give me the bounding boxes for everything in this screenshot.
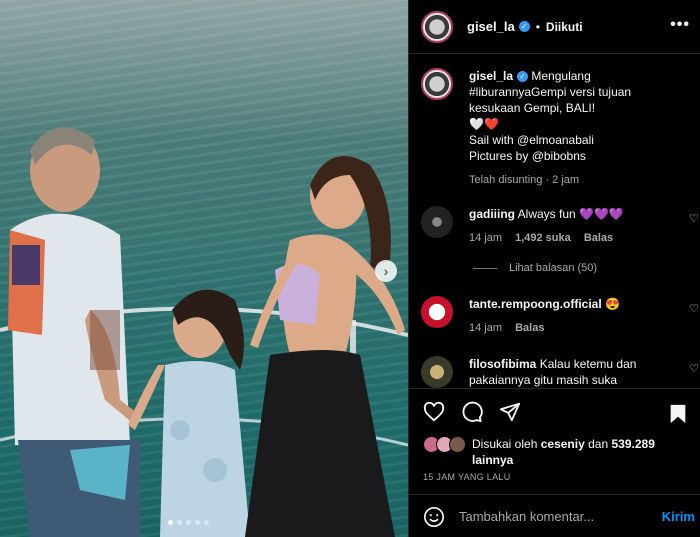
caption-line: Mengulang — [531, 69, 591, 83]
likes-summary[interactable]: Disukai oleh ceseniy dan 539.289 lainnya — [423, 436, 700, 468]
reply-button[interactable]: Balas — [584, 232, 613, 244]
heart-icon[interactable]: ♡ — [689, 362, 699, 375]
caption-line: #liburannyaGempi versi tujuan — [469, 85, 632, 99]
heart-icon[interactable]: ♡ — [689, 212, 699, 225]
more-horizontal-icon[interactable]: ••• — [670, 16, 690, 34]
avatar[interactable] — [421, 296, 453, 328]
carousel-dot — [177, 520, 182, 525]
post-time: 15 JAM YANG LALU — [423, 472, 511, 482]
family-on-boat-illustration — [0, 127, 408, 537]
post-actions: Disukai oleh ceseniy dan 539.289 lainnya… — [409, 388, 700, 537]
comment-body: filosofibima Kalau ketemu dan pakaiannya… — [469, 356, 679, 388]
action-icons — [423, 401, 521, 423]
view-replies-label[interactable]: Lihat balasan (50) — [509, 262, 597, 274]
avatar[interactable] — [421, 68, 453, 100]
avatar[interactable] — [421, 356, 453, 388]
carousel-dot — [168, 520, 173, 525]
caption-username[interactable]: gisel_la — [469, 69, 513, 83]
avatar — [449, 436, 466, 453]
verified-icon: ✓ — [518, 21, 530, 32]
likes-count[interactable]: 539.289 — [611, 437, 654, 451]
liker-avatars — [423, 436, 466, 468]
emoji-icon[interactable] — [423, 506, 445, 528]
caption-timestamp: Telah disunting · 2 jam — [469, 174, 580, 186]
likes-text: Disukai oleh ceseniy dan 539.289 lainnya — [472, 436, 700, 468]
comment-text: 😍 — [605, 297, 620, 311]
likes-user[interactable]: ceseniy — [541, 437, 585, 451]
heart-icon[interactable] — [423, 401, 445, 423]
carousel-dot — [204, 520, 209, 525]
verified-icon: ✓ — [517, 71, 529, 83]
caption-line: kesukaan Gempi, BALI! — [469, 101, 596, 115]
comment-likes[interactable]: 1,492 suka — [515, 232, 571, 244]
comment-username[interactable]: gadiiing — [469, 207, 515, 221]
following-button[interactable]: Diikuti — [546, 20, 583, 34]
caption-line: Pictures by @bibobns — [469, 149, 586, 163]
post-header: gisel_la ✓ • Diikuti ••• — [409, 0, 700, 54]
avatar[interactable] — [421, 10, 453, 43]
chevron-right-icon[interactable]: › — [375, 260, 397, 282]
share-icon[interactable] — [499, 401, 521, 423]
comment-icon[interactable] — [461, 401, 483, 423]
post-photo[interactable]: › — [0, 0, 408, 537]
comment-username[interactable]: filosofibima — [469, 357, 536, 371]
caption-line: 🤍❤️ — [469, 117, 499, 131]
comment-time: 14 jam — [469, 232, 503, 244]
carousel-dot — [186, 520, 191, 525]
heart-icon[interactable]: ♡ — [689, 302, 699, 315]
bookmark-icon[interactable] — [667, 403, 689, 425]
likes-prefix: Disukai oleh — [472, 437, 538, 451]
carousel-dots — [168, 520, 209, 525]
comment-meta: 14 jam Balas — [469, 320, 679, 336]
add-comment-bar: Kirim — [409, 494, 700, 537]
carousel-dot — [195, 520, 200, 525]
header-username[interactable]: gisel_la — [467, 19, 515, 34]
comment-text: Always fun 💜💜💜 — [517, 207, 624, 221]
comments-list[interactable]: gisel_la ✓ Mengulang #liburannyaGempi ver… — [409, 54, 700, 388]
comment-input[interactable] — [459, 509, 649, 524]
reply-button[interactable]: Balas — [515, 322, 544, 334]
comment-body: tante.rempoong.official 😍 14 jam Balas — [469, 296, 679, 336]
comment-time: 14 jam — [469, 322, 503, 334]
avatar[interactable] — [421, 206, 453, 238]
post-side-panel: gisel_la ✓ • Diikuti ••• gisel_la ✓ Mengu… — [408, 0, 700, 537]
separator: • — [535, 19, 540, 34]
likes-suffix[interactable]: lainnya — [472, 453, 513, 467]
comment-body: gadiiing Always fun 💜💜💜 14 jam 1,492 suk… — [469, 206, 679, 246]
caption-body: gisel_la ✓ Mengulang #liburannyaGempi ver… — [469, 68, 679, 188]
post-comment-button[interactable]: Kirim — [662, 509, 695, 524]
divider — [473, 267, 497, 269]
caption-line: Sail with @elmoanabali — [469, 133, 594, 147]
view-replies[interactable]: Lihat balasan (50) — [473, 262, 597, 274]
comment-meta: 14 jam 1,492 suka Balas — [469, 230, 679, 246]
likes-middle: dan — [588, 437, 609, 451]
comment-username[interactable]: tante.rempoong.official — [469, 297, 602, 311]
